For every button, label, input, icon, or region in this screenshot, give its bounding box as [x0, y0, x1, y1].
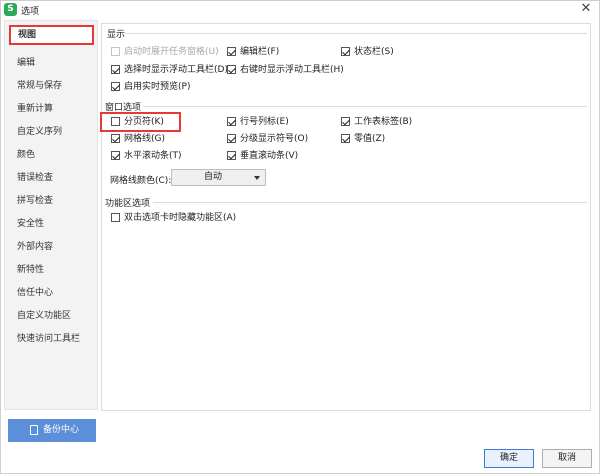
checkbox[interactable] — [111, 134, 120, 143]
dialog-title: 选项 — [21, 7, 40, 17]
option-label: 垂直滚动条(V) — [240, 151, 299, 161]
page-break-highlight — [100, 112, 181, 132]
checkbox[interactable] — [111, 47, 120, 56]
chevron-down-icon — [254, 176, 260, 180]
sidebar-item-new-features[interactable]: 新特性 — [17, 262, 44, 275]
sidebar-item-edit[interactable]: 编辑 — [17, 55, 35, 68]
options-dialog: S 选项 ✕ 视图 编辑 常规与保存 重新计算 自定义序列 颜色 错误检查 拼写… — [0, 0, 600, 474]
option-label: 双击选项卡时隐藏功能区(A) — [124, 213, 237, 223]
sidebar: 视图 编辑 常规与保存 重新计算 自定义序列 颜色 错误检查 拼写检查 安全性 … — [4, 20, 98, 410]
window-options-group-divider — [143, 106, 587, 107]
gridline-color-select[interactable]: 自动 — [171, 169, 266, 186]
option-label: 零值(Z) — [354, 134, 386, 144]
backup-center-label: 备份中心 — [43, 425, 80, 435]
checkbox[interactable] — [111, 82, 120, 91]
close-icon[interactable]: ✕ — [579, 2, 593, 16]
sidebar-item-custom-lists[interactable]: 自定义序列 — [17, 124, 62, 137]
wps-app-icon: S — [4, 3, 17, 16]
checkbox[interactable] — [227, 134, 236, 143]
ribbon-options-group-title: 功能区选项 — [105, 199, 151, 209]
option-label: 工作表标签(B) — [354, 117, 413, 127]
sidebar-item-spell-check[interactable]: 拼写检查 — [17, 193, 53, 206]
backup-icon — [30, 425, 38, 435]
checkbox[interactable] — [341, 47, 350, 56]
display-group-title: 显示 — [107, 30, 126, 40]
sidebar-item-view[interactable]: 视图 — [9, 25, 94, 45]
ribbon-options-group-divider — [153, 202, 587, 203]
sidebar-item-security[interactable]: 安全性 — [17, 216, 44, 229]
display-group-divider — [125, 33, 587, 34]
option-label: 水平滚动条(T) — [124, 151, 182, 161]
title-bar: S 选项 ✕ — [1, 1, 599, 19]
sidebar-item-external-content[interactable]: 外部内容 — [17, 239, 53, 252]
checkbox[interactable] — [341, 134, 350, 143]
cancel-button[interactable]: 取消 — [542, 449, 592, 468]
option-label: 编辑栏(F) — [240, 47, 280, 57]
checkbox[interactable] — [111, 65, 120, 74]
checkbox[interactable] — [227, 117, 236, 126]
option-label: 状态栏(S) — [354, 47, 394, 57]
checkbox[interactable] — [111, 151, 120, 160]
sidebar-item-error-check[interactable]: 错误检查 — [17, 170, 53, 183]
option-label: 行号列标(E) — [240, 117, 289, 127]
checkbox[interactable] — [111, 213, 120, 222]
option-label: 网格线(G) — [124, 134, 165, 144]
sidebar-item-color[interactable]: 颜色 — [17, 147, 35, 160]
option-label: 分级显示符号(O) — [240, 134, 309, 144]
option-label: 右键时显示浮动工具栏(H) — [240, 65, 344, 75]
checkbox[interactable] — [341, 117, 350, 126]
sidebar-item-customize-ribbon[interactable]: 自定义功能区 — [17, 308, 71, 321]
checkbox[interactable] — [227, 151, 236, 160]
gridline-color-label: 网格线颜色(C): — [110, 176, 172, 186]
backup-center-button[interactable]: 备份中心 — [8, 419, 96, 442]
checkbox[interactable] — [227, 47, 236, 56]
gridline-color-value: 自动 — [203, 172, 222, 182]
sidebar-item-quick-access-toolbar[interactable]: 快速访问工具栏 — [17, 331, 80, 344]
sidebar-item-general-save[interactable]: 常规与保存 — [17, 78, 62, 91]
sidebar-item-recalculate[interactable]: 重新计算 — [17, 101, 53, 114]
option-label: 选择时显示浮动工具栏(D) — [124, 65, 228, 75]
checkbox[interactable] — [227, 65, 236, 74]
option-label: 启动时展开任务窗格(U) — [124, 47, 219, 57]
sidebar-item-trust-center[interactable]: 信任中心 — [17, 285, 53, 298]
option-label: 启用实时预览(P) — [124, 82, 191, 92]
ok-button[interactable]: 确定 — [484, 449, 534, 468]
